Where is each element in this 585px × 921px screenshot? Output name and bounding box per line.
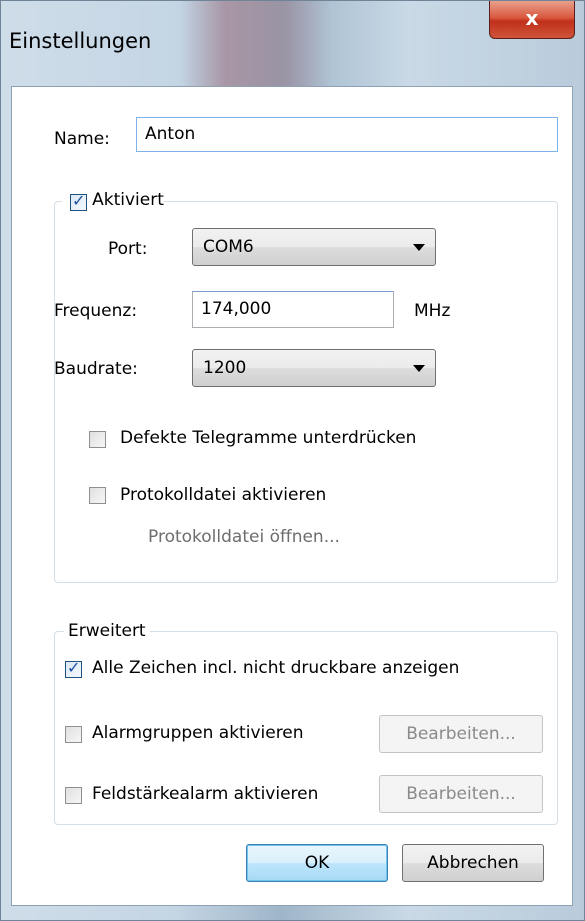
open-log-file-link[interactable]: Protokolldatei öffnen...	[148, 527, 340, 547]
show-all-chars-label[interactable]: Alle Zeichen incl. nicht druckbare anzei…	[92, 658, 459, 678]
activated-label[interactable]: Aktiviert	[92, 190, 164, 210]
port-label: Port:	[108, 239, 148, 259]
chevron-down-icon	[413, 365, 425, 372]
frequency-input[interactable]: 174,000	[192, 291, 394, 328]
title-bar[interactable]: Einstellungen x	[1, 1, 584, 87]
baudrate-select[interactable]: 1200	[192, 349, 436, 387]
window-title: Einstellungen	[9, 29, 152, 53]
activated-legend: Aktiviert	[62, 190, 164, 214]
field-strength-label[interactable]: Feldstärkealarm aktivieren	[92, 784, 318, 804]
alarm-groups-edit-button[interactable]: Bearbeiten...	[379, 715, 543, 753]
alarm-groups-label[interactable]: Alarmgruppen aktivieren	[92, 723, 304, 743]
field-strength-edit-button[interactable]: Bearbeiten...	[379, 775, 543, 813]
cancel-button[interactable]: Abbrechen	[402, 844, 544, 882]
advanced-legend: Erweitert	[64, 621, 150, 641]
close-button[interactable]: x	[489, 1, 575, 39]
close-icon: x	[525, 6, 539, 30]
port-select-value: COM6	[203, 237, 254, 257]
baudrate-label: Baudrate:	[54, 359, 138, 379]
frequency-input-value: 174,000	[201, 299, 272, 319]
title-bar-glass	[181, 1, 331, 87]
frequency-label: Frequenz:	[54, 301, 138, 321]
dialog-content: Name: Anton Aktiviert Port: COM6 Frequen…	[11, 86, 573, 906]
name-input[interactable]: Anton	[136, 117, 558, 152]
baudrate-select-value: 1200	[203, 358, 247, 378]
log-file-checkbox[interactable]	[89, 487, 106, 504]
alarm-groups-checkbox[interactable]	[65, 726, 82, 743]
chevron-down-icon	[413, 244, 425, 251]
port-select[interactable]: COM6	[192, 228, 436, 266]
show-all-chars-checkbox[interactable]	[65, 658, 82, 678]
frequency-unit: MHz	[414, 301, 451, 321]
ok-button[interactable]: OK	[246, 844, 388, 882]
log-file-label[interactable]: Protokolldatei aktivieren	[120, 485, 326, 505]
name-input-value: Anton	[145, 124, 196, 144]
name-label: Name:	[54, 129, 110, 149]
activated-checkbox[interactable]	[70, 191, 87, 211]
suppress-defective-label[interactable]: Defekte Telegramme unterdrücken	[120, 428, 416, 448]
settings-dialog: Einstellungen x Name: Anton Aktiviert Po…	[0, 0, 585, 921]
field-strength-checkbox[interactable]	[65, 787, 82, 804]
suppress-defective-checkbox[interactable]	[89, 431, 106, 448]
